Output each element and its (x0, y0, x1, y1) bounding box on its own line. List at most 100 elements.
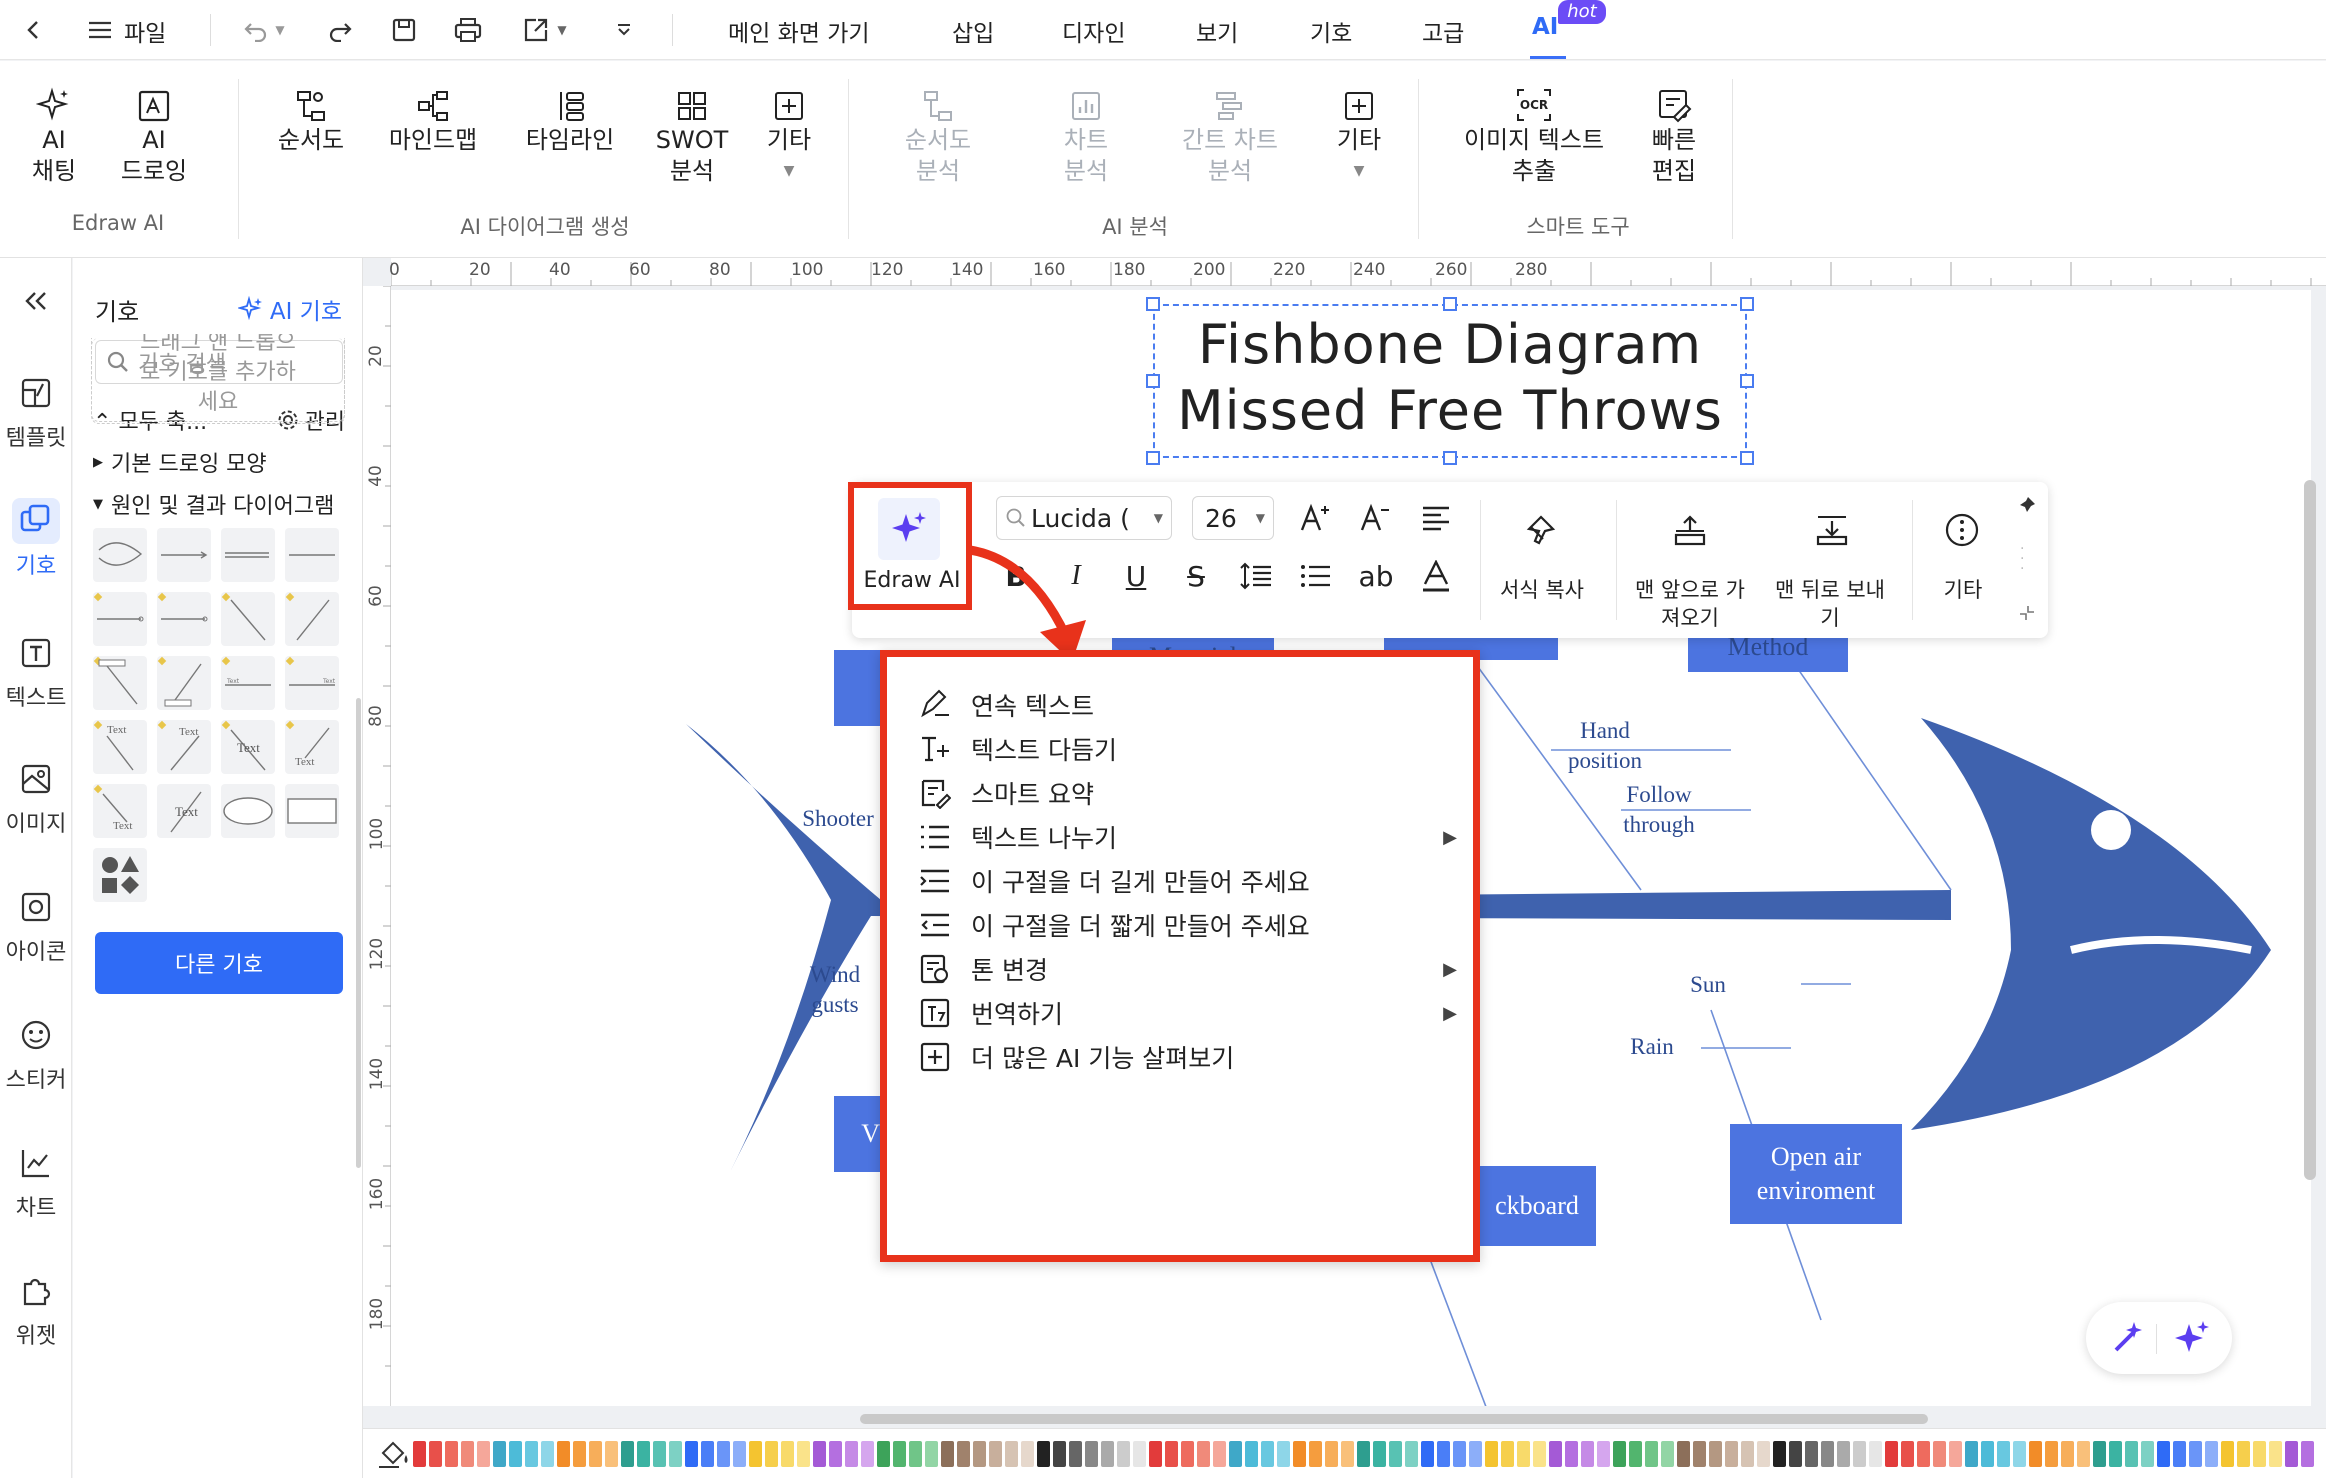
ai-drawing-button[interactable]: AI 드로잉 (112, 83, 196, 187)
color-swatch[interactable] (2045, 1441, 2058, 1467)
color-swatch[interactable] (2221, 1441, 2234, 1467)
label-wind-gusts[interactable]: Wind gusts (800, 960, 870, 1020)
color-swatch[interactable] (1245, 1441, 1258, 1467)
underline-icon[interactable]: U (1116, 556, 1156, 596)
color-swatch[interactable] (829, 1441, 842, 1467)
color-swatch[interactable] (1469, 1441, 1482, 1467)
export-dropdown-icon[interactable]: ▼ (552, 10, 572, 50)
color-swatch[interactable] (589, 1441, 602, 1467)
swot-button[interactable]: SWOT 분석 (650, 83, 734, 187)
category-box-left-bottom[interactable]: V (834, 1096, 884, 1172)
resize-handle[interactable] (1740, 374, 1754, 388)
collapse-panel-button[interactable] (0, 278, 72, 328)
file-menu[interactable]: 파일 (124, 14, 166, 48)
other-symbols-button[interactable]: 다른 기호 (95, 932, 343, 994)
label-sun[interactable]: Sun (1678, 970, 1738, 1000)
format-painter-icon[interactable] (1520, 510, 1560, 550)
rail-icons[interactable]: 아이콘 (0, 884, 72, 966)
color-swatch[interactable] (621, 1441, 634, 1467)
shape-double-line[interactable] (221, 528, 275, 582)
color-swatch[interactable] (733, 1441, 746, 1467)
shape-rectangle[interactable] (285, 784, 339, 838)
resize-handle[interactable] (1740, 451, 1754, 465)
save-icon[interactable] (384, 10, 424, 50)
color-swatch[interactable] (1613, 1441, 1626, 1467)
align-left-icon[interactable] (1416, 498, 1456, 538)
gantt-analysis-button[interactable]: 간트 차트 분석 (1160, 83, 1300, 187)
color-swatch[interactable] (1005, 1441, 1018, 1467)
color-swatch[interactable] (1837, 1441, 1850, 1467)
color-swatch[interactable] (1021, 1441, 1034, 1467)
color-swatch[interactable] (1261, 1441, 1274, 1467)
shape-text-diag4[interactable]: Text (285, 720, 339, 774)
color-swatch[interactable] (909, 1441, 922, 1467)
label-follow-through[interactable]: Follow through (1604, 780, 1714, 840)
export-icon[interactable] (516, 10, 556, 50)
rail-widgets[interactable]: 위젯 (0, 1268, 72, 1350)
color-swatch[interactable] (973, 1441, 986, 1467)
color-swatch[interactable] (701, 1441, 714, 1467)
color-swatch[interactable] (941, 1441, 954, 1467)
rail-charts[interactable]: 차트 (0, 1140, 72, 1222)
color-swatch[interactable] (1677, 1441, 1690, 1467)
fill-bucket-icon[interactable] (377, 1439, 413, 1469)
flowchart-analysis-button[interactable]: 순서도 분석 (878, 83, 998, 187)
menu-home[interactable]: 메인 화면 가기 (728, 14, 870, 48)
color-swatch[interactable] (1645, 1441, 1658, 1467)
font-color-icon[interactable] (1416, 556, 1456, 596)
color-swatch[interactable] (541, 1441, 554, 1467)
more-options-icon[interactable] (1942, 510, 1982, 550)
color-swatch[interactable] (1213, 1441, 1226, 1467)
color-swatch[interactable] (1181, 1441, 1194, 1467)
rail-symbols[interactable]: 기호 (0, 498, 72, 580)
color-swatch[interactable] (1389, 1441, 1402, 1467)
bring-front-icon[interactable] (1670, 510, 1710, 550)
menu-insert[interactable]: 삽입 (952, 14, 994, 48)
color-swatch[interactable] (1581, 1441, 1594, 1467)
category-box-blackboard[interactable]: ckboard (1478, 1166, 1596, 1246)
color-swatch[interactable] (1821, 1441, 1834, 1467)
color-swatch[interactable] (1485, 1441, 1498, 1467)
color-swatch[interactable] (1693, 1441, 1706, 1467)
color-swatch[interactable] (1885, 1441, 1898, 1467)
color-swatch[interactable] (1373, 1441, 1386, 1467)
color-swatch[interactable] (2269, 1441, 2282, 1467)
color-swatch[interactable] (2141, 1441, 2154, 1467)
color-swatch[interactable] (2285, 1441, 2298, 1467)
bullet-list-icon[interactable] (1296, 556, 1336, 596)
pin-icon[interactable] (2012, 490, 2042, 520)
send-back-label[interactable]: 맨 뒤로 보내 기 (1768, 576, 1892, 632)
resize-handle[interactable] (1443, 451, 1457, 465)
shape-bone-diag1[interactable] (221, 592, 275, 646)
color-swatch[interactable] (1069, 1441, 1082, 1467)
color-swatch[interactable] (1133, 1441, 1146, 1467)
color-swatch[interactable] (1709, 1441, 1722, 1467)
resize-handle[interactable] (1443, 297, 1457, 311)
color-swatch[interactable] (893, 1441, 906, 1467)
color-swatch[interactable] (1981, 1441, 1994, 1467)
color-swatch[interactable] (1965, 1441, 1978, 1467)
drag-handle-icon[interactable]: · · · (2020, 542, 2024, 576)
shape-text-diag2[interactable]: Text (157, 720, 211, 774)
color-swatch[interactable] (1453, 1441, 1466, 1467)
shape-single-line[interactable] (285, 528, 339, 582)
color-swatch[interactable] (2061, 1441, 2074, 1467)
color-swatch[interactable] (1037, 1441, 1050, 1467)
mindmap-button[interactable]: 마인드맵 (378, 83, 488, 156)
color-swatch[interactable] (1901, 1441, 1914, 1467)
increase-font-icon[interactable] (1296, 498, 1336, 538)
color-swatch[interactable] (1661, 1441, 1674, 1467)
rail-text[interactable]: 텍스트 (0, 630, 72, 712)
color-swatch[interactable] (797, 1441, 810, 1467)
color-swatch[interactable] (1053, 1441, 1066, 1467)
ai-chat-button[interactable]: AI 채팅 (18, 83, 90, 187)
color-swatch[interactable] (525, 1441, 538, 1467)
color-swatch[interactable] (2237, 1441, 2250, 1467)
color-swatch[interactable] (653, 1441, 666, 1467)
ocr-button[interactable]: OCR 이미지 텍스트 추출 (1446, 83, 1622, 187)
font-size-select[interactable]: 26 ▼ (1192, 496, 1274, 540)
color-swatch[interactable] (989, 1441, 1002, 1467)
rail-stickers[interactable]: 스티커 (0, 1012, 72, 1094)
more-label[interactable]: 기타 (1928, 576, 1998, 604)
color-swatch[interactable] (1629, 1441, 1642, 1467)
